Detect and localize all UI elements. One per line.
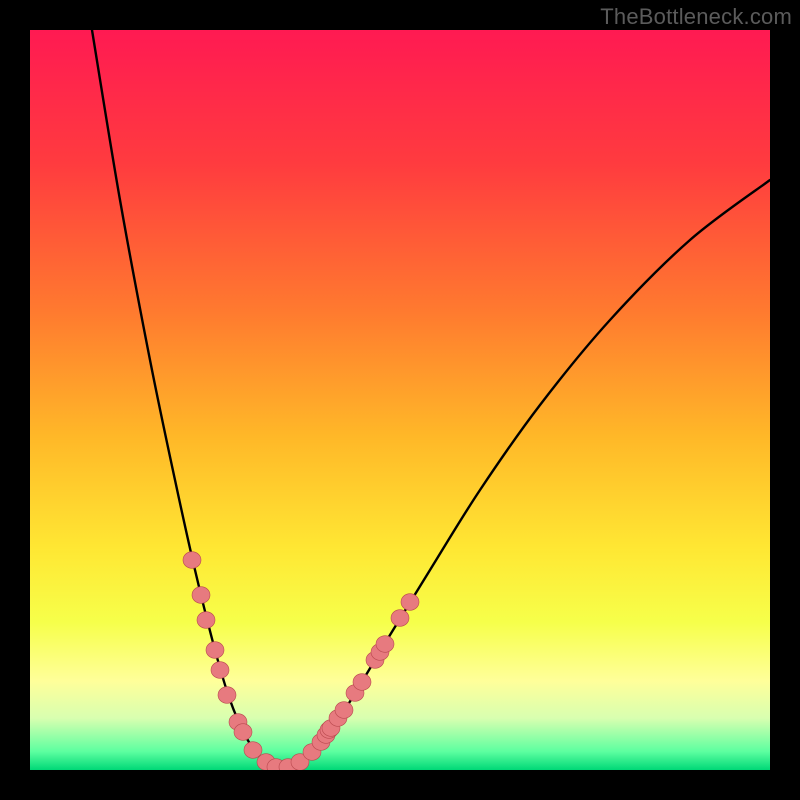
bottleneck-curve <box>92 30 770 768</box>
data-dot <box>353 674 371 691</box>
plot-area <box>30 30 770 770</box>
data-dot <box>335 702 353 719</box>
outer-frame: TheBottleneck.com <box>0 0 800 800</box>
data-dot <box>391 610 409 627</box>
data-dot <box>376 636 394 653</box>
data-dot <box>211 662 229 679</box>
data-dot <box>197 612 215 629</box>
data-dot <box>401 594 419 611</box>
data-dot <box>234 724 252 741</box>
watermark-text: TheBottleneck.com <box>600 4 792 30</box>
data-dot <box>206 642 224 659</box>
data-dot <box>183 552 201 569</box>
data-dot <box>218 687 236 704</box>
data-dot <box>192 587 210 604</box>
curve-layer <box>30 30 770 770</box>
data-dot <box>244 742 262 759</box>
